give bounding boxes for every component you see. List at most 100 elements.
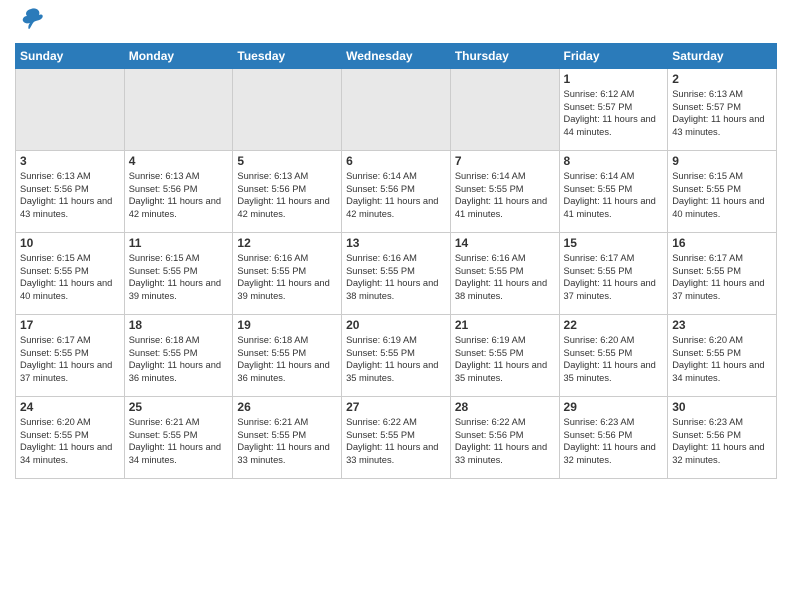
calendar-cell — [342, 69, 451, 151]
calendar-cell: 30 Sunrise: 6:23 AMSunset: 5:56 PMDayligh… — [668, 397, 777, 479]
cell-details: Sunrise: 6:17 AMSunset: 5:55 PMDaylight:… — [564, 252, 664, 302]
cell-details: Sunrise: 6:15 AMSunset: 5:55 PMDaylight:… — [129, 252, 229, 302]
calendar-cell: 6 Sunrise: 6:14 AMSunset: 5:56 PMDaylight… — [342, 151, 451, 233]
calendar-cell: 12 Sunrise: 6:16 AMSunset: 5:55 PMDayligh… — [233, 233, 342, 315]
day-number: 3 — [20, 154, 120, 168]
cell-details: Sunrise: 6:14 AMSunset: 5:56 PMDaylight:… — [346, 170, 446, 220]
day-number: 18 — [129, 318, 229, 332]
calendar-cell: 10Sunrise: 6:15 AMSunset: 5:55 PMDayligh… — [16, 233, 125, 315]
day-number: 24 — [20, 400, 120, 414]
day-number: 14 — [455, 236, 555, 250]
calendar-cell: 11 Sunrise: 6:15 AMSunset: 5:55 PMDayligh… — [124, 233, 233, 315]
day-number: 4 — [129, 154, 229, 168]
calendar-cell: 28 Sunrise: 6:22 AMSunset: 5:56 PMDayligh… — [450, 397, 559, 479]
calendar-cell: 9 Sunrise: 6:15 AMSunset: 5:55 PMDaylight… — [668, 151, 777, 233]
day-number: 9 — [672, 154, 772, 168]
cell-details: Sunrise: 6:21 AMSunset: 5:55 PMDaylight:… — [129, 416, 229, 466]
cell-details: Sunrise: 6:16 AMSunset: 5:55 PMDaylight:… — [346, 252, 446, 302]
calendar-cell: 8 Sunrise: 6:14 AMSunset: 5:55 PMDaylight… — [559, 151, 668, 233]
weekday-header-friday: Friday — [559, 44, 668, 69]
calendar-cell: 24 Sunrise: 6:20 AMSunset: 5:55 PMDayligh… — [16, 397, 125, 479]
day-number: 29 — [564, 400, 664, 414]
weekday-header-wednesday: Wednesday — [342, 44, 451, 69]
calendar-cell: 29Sunrise: 6:23 AMSunset: 5:56 PMDayligh… — [559, 397, 668, 479]
day-number: 6 — [346, 154, 446, 168]
calendar-week-row: 24 Sunrise: 6:20 AMSunset: 5:55 PMDayligh… — [16, 397, 777, 479]
calendar-cell: 21 Sunrise: 6:19 AMSunset: 5:55 PMDayligh… — [450, 315, 559, 397]
day-number: 13 — [346, 236, 446, 250]
day-number: 25 — [129, 400, 229, 414]
calendar-header: SundayMondayTuesdayWednesdayThursdayFrid… — [16, 44, 777, 69]
day-number: 12 — [237, 236, 337, 250]
day-number: 28 — [455, 400, 555, 414]
calendar-cell: 17 Sunrise: 6:17 AMSunset: 5:55 PMDayligh… — [16, 315, 125, 397]
calendar-cell: 22 Sunrise: 6:20 AMSunset: 5:55 PMDayligh… — [559, 315, 668, 397]
day-number: 10 — [20, 236, 120, 250]
cell-details: Sunrise: 6:13 AMSunset: 5:56 PMDaylight:… — [129, 170, 229, 220]
cell-details: Sunrise: 6:12 AMSunset: 5:57 PMDaylight:… — [564, 88, 664, 138]
calendar-cell — [233, 69, 342, 151]
cell-details: Sunrise: 6:13 AMSunset: 5:57 PMDaylight:… — [672, 88, 772, 138]
day-number: 5 — [237, 154, 337, 168]
cell-details: Sunrise: 6:13 AMSunset: 5:56 PMDaylight:… — [20, 170, 120, 220]
cell-details: Sunrise: 6:22 AMSunset: 5:55 PMDaylight:… — [346, 416, 446, 466]
calendar-table: SundayMondayTuesdayWednesdayThursdayFrid… — [15, 43, 777, 479]
calendar-cell: 2 Sunrise: 6:13 AMSunset: 5:57 PMDaylight… — [668, 69, 777, 151]
cell-details: Sunrise: 6:14 AMSunset: 5:55 PMDaylight:… — [455, 170, 555, 220]
day-number: 30 — [672, 400, 772, 414]
day-number: 2 — [672, 72, 772, 86]
day-number: 11 — [129, 236, 229, 250]
weekday-header-monday: Monday — [124, 44, 233, 69]
calendar-cell: 23 Sunrise: 6:20 AMSunset: 5:55 PMDayligh… — [668, 315, 777, 397]
cell-details: Sunrise: 6:20 AMSunset: 5:55 PMDaylight:… — [20, 416, 120, 466]
cell-details: Sunrise: 6:20 AMSunset: 5:55 PMDaylight:… — [564, 334, 664, 384]
calendar-cell: 20 Sunrise: 6:19 AMSunset: 5:55 PMDayligh… — [342, 315, 451, 397]
calendar-cell: 19 Sunrise: 6:18 AMSunset: 5:55 PMDayligh… — [233, 315, 342, 397]
cell-details: Sunrise: 6:17 AMSunset: 5:55 PMDaylight:… — [672, 252, 772, 302]
calendar-body: 1 Sunrise: 6:12 AMSunset: 5:57 PMDaylight… — [16, 69, 777, 479]
logo — [15, 10, 45, 38]
cell-details: Sunrise: 6:18 AMSunset: 5:55 PMDaylight:… — [237, 334, 337, 384]
day-number: 20 — [346, 318, 446, 332]
cell-details: Sunrise: 6:21 AMSunset: 5:55 PMDaylight:… — [237, 416, 337, 466]
cell-details: Sunrise: 6:20 AMSunset: 5:55 PMDaylight:… — [672, 334, 772, 384]
day-number: 7 — [455, 154, 555, 168]
calendar-cell: 5Sunrise: 6:13 AMSunset: 5:56 PMDaylight… — [233, 151, 342, 233]
calendar-cell: 15 Sunrise: 6:17 AMSunset: 5:55 PMDayligh… — [559, 233, 668, 315]
cell-details: Sunrise: 6:19 AMSunset: 5:55 PMDaylight:… — [346, 334, 446, 384]
logo-bird-icon — [17, 5, 45, 38]
weekday-header-row: SundayMondayTuesdayWednesdayThursdayFrid… — [16, 44, 777, 69]
weekday-header-saturday: Saturday — [668, 44, 777, 69]
calendar-week-row: 1 Sunrise: 6:12 AMSunset: 5:57 PMDaylight… — [16, 69, 777, 151]
cell-details: Sunrise: 6:15 AMSunset: 5:55 PMDaylight:… — [672, 170, 772, 220]
day-number: 17 — [20, 318, 120, 332]
day-number: 27 — [346, 400, 446, 414]
calendar-cell — [124, 69, 233, 151]
cell-details: Sunrise: 6:18 AMSunset: 5:55 PMDaylight:… — [129, 334, 229, 384]
day-number: 16 — [672, 236, 772, 250]
weekday-header-tuesday: Tuesday — [233, 44, 342, 69]
weekday-header-thursday: Thursday — [450, 44, 559, 69]
calendar-cell — [450, 69, 559, 151]
day-number: 15 — [564, 236, 664, 250]
calendar-cell: 4 Sunrise: 6:13 AMSunset: 5:56 PMDaylight… — [124, 151, 233, 233]
day-number: 23 — [672, 318, 772, 332]
cell-details: Sunrise: 6:17 AMSunset: 5:55 PMDaylight:… — [20, 334, 120, 384]
cell-details: Sunrise: 6:19 AMSunset: 5:55 PMDaylight:… — [455, 334, 555, 384]
day-number: 19 — [237, 318, 337, 332]
calendar-week-row: 17 Sunrise: 6:17 AMSunset: 5:55 PMDayligh… — [16, 315, 777, 397]
day-number: 8 — [564, 154, 664, 168]
day-number: 21 — [455, 318, 555, 332]
calendar-cell: 1 Sunrise: 6:12 AMSunset: 5:57 PMDaylight… — [559, 69, 668, 151]
day-number: 22 — [564, 318, 664, 332]
calendar-cell: 3 Sunrise: 6:13 AMSunset: 5:56 PMDaylight… — [16, 151, 125, 233]
calendar-cell: 27 Sunrise: 6:22 AMSunset: 5:55 PMDayligh… — [342, 397, 451, 479]
calendar-cell: 13 Sunrise: 6:16 AMSunset: 5:55 PMDayligh… — [342, 233, 451, 315]
calendar-cell: 7 Sunrise: 6:14 AMSunset: 5:55 PMDaylight… — [450, 151, 559, 233]
cell-details: Sunrise: 6:14 AMSunset: 5:55 PMDaylight:… — [564, 170, 664, 220]
cell-details: Sunrise: 6:23 AMSunset: 5:56 PMDaylight:… — [672, 416, 772, 466]
day-number: 1 — [564, 72, 664, 86]
cell-details: Sunrise: 6:16 AMSunset: 5:55 PMDaylight:… — [237, 252, 337, 302]
cell-details: Sunrise: 6:22 AMSunset: 5:56 PMDaylight:… — [455, 416, 555, 466]
calendar-week-row: 10 Sunrise: 6:15 AMSunset: 5:55 PMDayligh… — [16, 233, 777, 315]
